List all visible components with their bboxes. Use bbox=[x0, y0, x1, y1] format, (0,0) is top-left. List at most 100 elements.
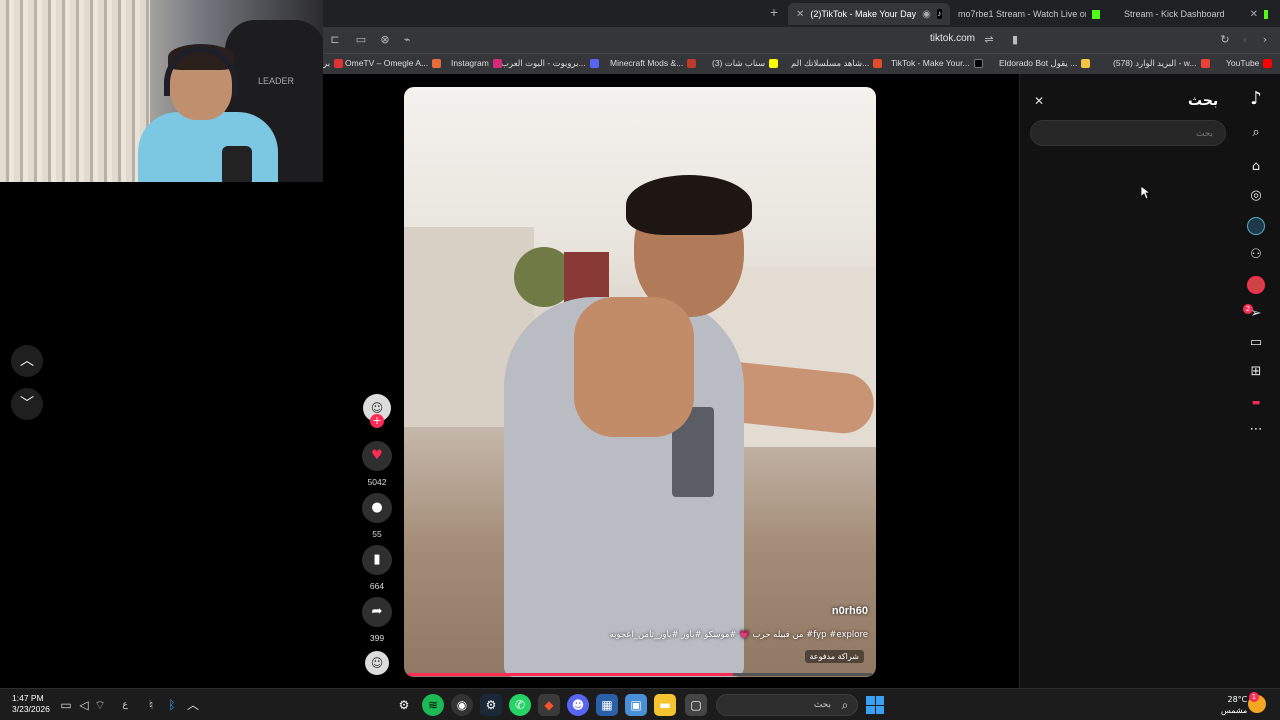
steam-icon[interactable]: ⚙ bbox=[480, 694, 502, 716]
eldorado-icon bbox=[1081, 59, 1091, 68]
audio-icon[interactable]: ◉ bbox=[922, 9, 931, 20]
kick-favicon bbox=[1092, 9, 1100, 19]
back-icon[interactable]: ‹ bbox=[1237, 32, 1253, 48]
windows-start-icon[interactable] bbox=[866, 696, 884, 714]
upload-icon[interactable]: ⊞ bbox=[1245, 361, 1267, 383]
notification-badge: 1 bbox=[1249, 692, 1259, 702]
bluetooth-icon[interactable]: ᛒ bbox=[163, 696, 181, 714]
task-view-icon[interactable]: ▢ bbox=[685, 694, 707, 716]
translate-icon[interactable]: ⊗ bbox=[377, 32, 393, 48]
home-icon[interactable]: ⌂ bbox=[1245, 156, 1267, 178]
next-video-button[interactable]: ﹀ bbox=[11, 388, 43, 420]
photos-icon[interactable]: ▣ bbox=[625, 694, 647, 716]
search-side-panel bbox=[1019, 74, 1280, 688]
bookmark-snapchat[interactable]: (3) سناب شات bbox=[712, 58, 779, 69]
reload-icon[interactable]: ↻ bbox=[1217, 32, 1233, 48]
heart-icon: ♥ bbox=[362, 441, 392, 471]
gmail-icon bbox=[1200, 59, 1210, 68]
bookmark-tiktok[interactable]: TikTok - Make Your... bbox=[891, 58, 983, 68]
webcam-curtain bbox=[0, 0, 150, 182]
bookmark-eldorado[interactable]: Eldorado Bot يقول ... bbox=[999, 58, 1091, 69]
whatsapp-icon[interactable]: ✆ bbox=[509, 694, 531, 716]
share-icon: ➦ bbox=[362, 597, 392, 627]
explore-icon[interactable]: ◎ bbox=[1245, 185, 1267, 207]
leo-icon[interactable]: ⌁ bbox=[399, 32, 415, 48]
curseforge-icon bbox=[687, 58, 697, 68]
ometv-icon bbox=[432, 58, 442, 68]
new-tab-button[interactable]: + bbox=[766, 5, 782, 21]
microphone-icon[interactable]: ♮ bbox=[142, 696, 160, 714]
brave-icon[interactable]: ◆ bbox=[538, 694, 560, 716]
wifi-icon[interactable]: ⌔ bbox=[91, 696, 109, 714]
comment-button[interactable]: ● 55 bbox=[362, 493, 392, 539]
friends-icon[interactable]: ⚇ bbox=[1245, 244, 1267, 266]
search-input[interactable]: بحث bbox=[1030, 120, 1226, 146]
live-studio-icon[interactable]: ▬ bbox=[1245, 392, 1267, 414]
shahid-icon bbox=[873, 59, 883, 68]
bookmark-icon: ▮ bbox=[362, 545, 392, 575]
bookmark-probot[interactable]: بروبوت - البوت العرب... bbox=[501, 58, 599, 69]
video-player[interactable]: n0rh60 من قبيله حرب 💗 #موسكو #باور #باور… bbox=[404, 87, 876, 677]
tab-kick-dashboard[interactable]: Stream - Kick Dashboard ✕ bbox=[1116, 3, 1276, 25]
battery-icon[interactable]: ▭ bbox=[57, 696, 75, 714]
video-progress-bar[interactable] bbox=[408, 673, 872, 676]
site-settings-icon[interactable]: ⇌ bbox=[981, 32, 997, 48]
panel-title: بحث bbox=[1188, 93, 1219, 109]
bookmark-ometv[interactable]: OmeTV – Omegle A... bbox=[345, 58, 442, 68]
bookmark-youtube[interactable]: YouTube bbox=[1226, 58, 1273, 68]
obs-icon[interactable]: ◉ bbox=[451, 694, 473, 716]
settings-app-icon[interactable]: ⚙ bbox=[393, 694, 415, 716]
weather-widget[interactable]: 28°C مشمس bbox=[1221, 694, 1247, 716]
search-icon[interactable]: ⌕ bbox=[1245, 122, 1267, 144]
browser-toolbar: ⊏ ▭ ⊗ ⌁ tiktok.com ⇌ ▮ ↻ ‹ › bbox=[323, 27, 1280, 53]
video-caption: من قبيله حرب 💗 #موسكو #باور #باور_ثامن_ا… bbox=[609, 630, 868, 640]
more-icon[interactable]: ⋯ bbox=[1245, 419, 1267, 441]
comment-icon: ● bbox=[362, 493, 392, 523]
microphone bbox=[222, 146, 252, 182]
video-progress-fill bbox=[408, 673, 733, 676]
store-icon[interactable]: ▦ bbox=[596, 694, 618, 716]
file-explorer-icon[interactable]: ▬ bbox=[654, 694, 676, 716]
tray-chevron-icon[interactable]: ︿ bbox=[184, 696, 202, 714]
close-panel-button[interactable]: ✕ bbox=[1031, 93, 1047, 109]
profile-avatar[interactable] bbox=[1247, 276, 1265, 294]
bookmark-minecraft[interactable]: Minecraft Mods &... bbox=[610, 58, 697, 68]
video-author[interactable]: n0rh60 bbox=[832, 605, 868, 617]
close-icon[interactable]: ✕ bbox=[796, 9, 804, 20]
save-count: 664 bbox=[369, 581, 385, 591]
tiktok-logo-icon[interactable]: ♪ bbox=[1243, 88, 1269, 110]
bookmark-instagram[interactable]: Instagram bbox=[451, 58, 502, 68]
tab-label: (2)TikTok - Make Your Day bbox=[810, 9, 917, 19]
tab-tiktok[interactable]: ✕ (2)TikTok - Make Your Day ◉ ♪ bbox=[788, 3, 950, 25]
close-icon[interactable]: ✕ bbox=[1250, 9, 1258, 20]
video-person-hair bbox=[626, 175, 752, 235]
spotify-icon[interactable]: ≋ bbox=[422, 694, 444, 716]
webcam-overlay: LEADER bbox=[0, 0, 323, 182]
language-indicator[interactable]: ع bbox=[116, 696, 134, 714]
messages-icon[interactable]: ➢ bbox=[1245, 303, 1267, 325]
bookmark-inbox[interactable]: البريد الوارد (578) - w... bbox=[1113, 58, 1210, 69]
browser-tab-bar: + ✕ (2)TikTok - Make Your Day ◉ ♪ mo7rbe… bbox=[323, 0, 1280, 27]
music-disc[interactable]: ☺ bbox=[362, 651, 392, 675]
bookmark-truncated[interactable]: بر bbox=[323, 58, 344, 69]
wallet-icon[interactable]: ⊏ bbox=[327, 32, 343, 48]
tiktok-icon bbox=[973, 58, 983, 68]
forward-icon[interactable]: › bbox=[1257, 32, 1273, 48]
address-bar[interactable]: tiktok.com bbox=[930, 33, 975, 44]
search-icon[interactable]: ⌕ bbox=[836, 696, 854, 714]
extension-icon[interactable]: ▭ bbox=[353, 32, 369, 48]
instagram-icon bbox=[492, 58, 502, 68]
share-button[interactable]: ➦ 399 bbox=[362, 597, 392, 643]
bookmark-icon[interactable]: ▮ bbox=[1007, 32, 1023, 48]
clock[interactable]: 1:47 PM 3/23/2026 bbox=[12, 693, 50, 715]
music-disc-icon: ☺ bbox=[365, 651, 389, 675]
like-button[interactable]: ♥ 5042 bbox=[362, 441, 392, 487]
activity-icon[interactable]: ▭ bbox=[1245, 332, 1267, 354]
previous-video-button[interactable]: ︿ bbox=[11, 345, 43, 377]
save-button[interactable]: ▮ 664 bbox=[362, 545, 392, 591]
bookmark-shahid[interactable]: شاهد مسلسلاتك الم... bbox=[791, 58, 883, 69]
discord-icon[interactable]: ☻ bbox=[567, 694, 589, 716]
tab-kick-stream[interactable]: mo7rbe1 Stream - Watch Live on Kick bbox=[950, 3, 1108, 25]
follow-button[interactable]: + bbox=[370, 414, 384, 428]
live-icon[interactable] bbox=[1247, 217, 1265, 235]
